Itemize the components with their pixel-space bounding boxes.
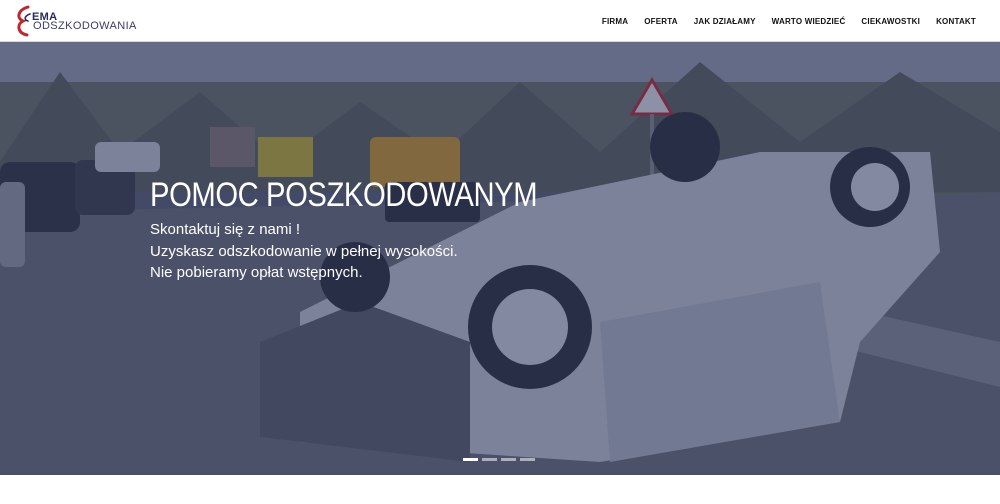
logo-text-bottom: ODSZKODOWANIA (33, 20, 137, 32)
nav-item-firma[interactable]: FIRMA (602, 17, 628, 26)
nav-item-warto-wiedziec[interactable]: WARTO WIEDZIEĆ (772, 17, 846, 26)
slider-pagination (463, 458, 535, 461)
hero-line-compensation: Uzyskasz odszkodowanie w pełnej wysokośc… (150, 242, 458, 260)
slide-dot-2[interactable] (482, 458, 497, 461)
site-header: EMA ODSZKODOWANIA FIRMA OFERTA JAK DZIAŁ… (0, 0, 1000, 42)
nav-item-jak-dzialamy[interactable]: JAK DZIAŁAMY (694, 17, 756, 26)
logo[interactable]: EMA ODSZKODOWANIA (14, 4, 154, 38)
hero-line-contact: Skontaktuj się z nami ! (150, 221, 301, 238)
main-nav: FIRMA OFERTA JAK DZIAŁAMY WARTO WIEDZIEĆ… (602, 0, 976, 42)
hero-line-fees: Nie pobieramy opłat wstępnych. (150, 264, 363, 281)
hero-text: Skontaktuj się z nami ! Uzyskasz odszkod… (150, 219, 458, 284)
nav-item-ciekawostki[interactable]: CIEKAWOSTKI (861, 17, 920, 26)
nav-item-oferta[interactable]: OFERTA (644, 17, 678, 26)
nav-item-kontakt[interactable]: KONTAKT (936, 17, 976, 26)
slide-dot-1[interactable] (463, 458, 478, 461)
slide-dot-4[interactable] (520, 458, 535, 461)
hero-title: POMOC POSZKODOWANYM (150, 176, 538, 214)
slide-dot-3[interactable] (501, 458, 516, 461)
hero-slider: POMOC POSZKODOWANYM Skontaktuj się z nam… (0, 42, 1000, 475)
page-content-start (0, 475, 1000, 504)
